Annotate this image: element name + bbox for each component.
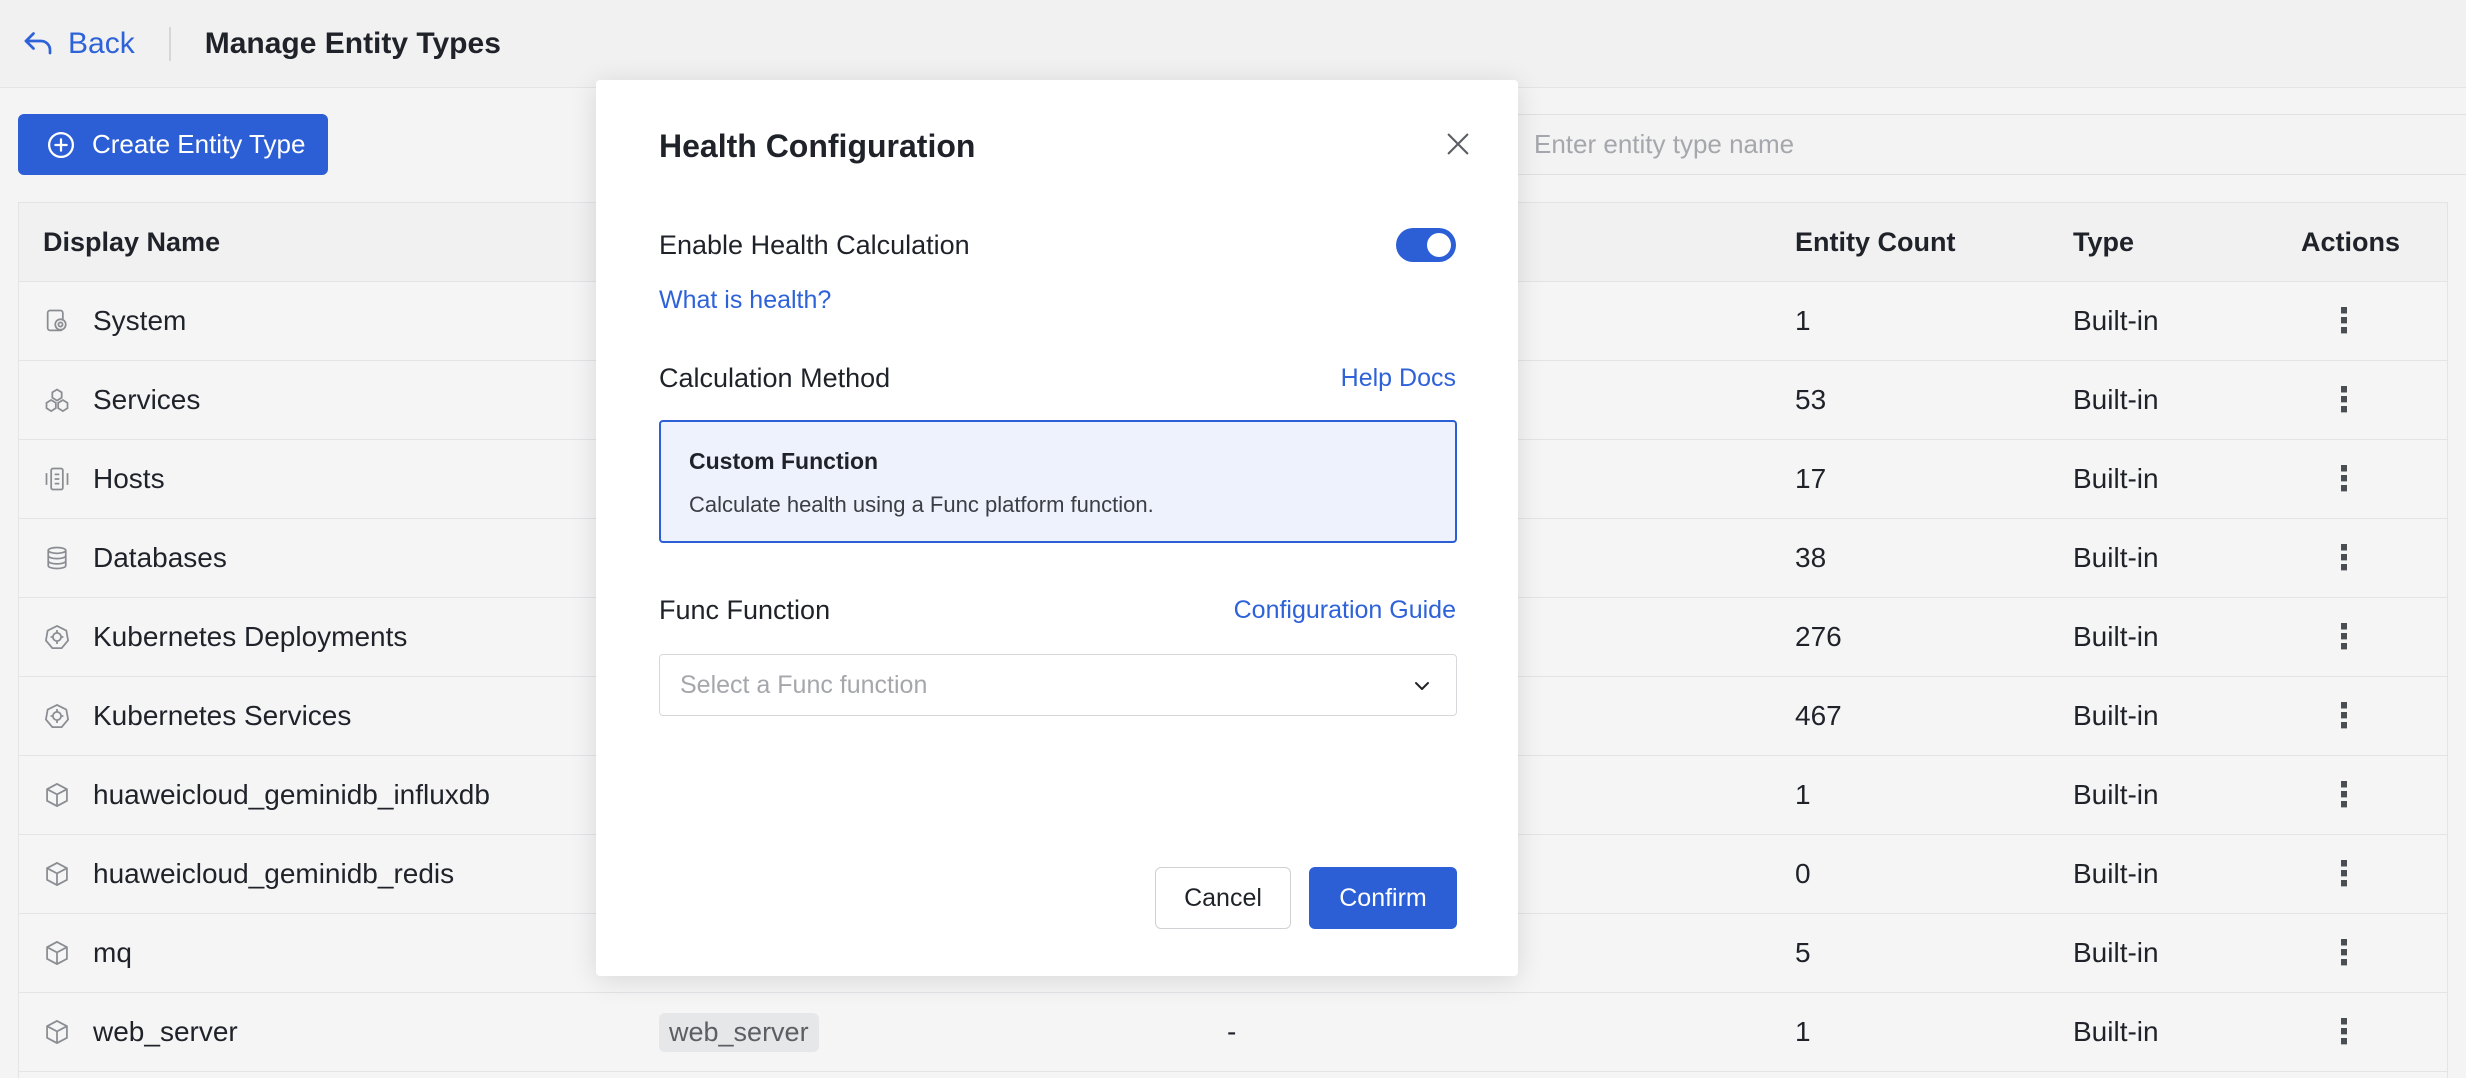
func-function-label: Func Function [659,595,831,625]
row-description: - [1227,1016,1237,1047]
row-id-cell: web_server [659,993,819,1071]
enable-health-toggle[interactable] [1396,228,1456,262]
row-count: 1 [1795,305,1811,336]
row-count: 38 [1795,542,1827,573]
row-type: Built-in [2073,384,2159,415]
row-count: 1 [1795,1016,1811,1047]
row-actions-menu-icon[interactable]: ⋮ [2327,361,2361,439]
column-header-actions: Actions [2301,226,2401,257]
row-name: Kubernetes Services [93,700,352,731]
cube-icon [43,860,71,888]
back-arrow-icon [24,31,52,54]
hosts-icon [43,465,71,493]
row-type: Built-in [2073,858,2159,889]
services-icon [43,386,71,414]
enable-health-label: Enable Health Calculation [659,230,970,260]
row-actions-menu-icon[interactable]: ⋮ [2327,440,2361,518]
row-name: Kubernetes Deployments [93,621,408,652]
row-type: Built-in [2073,700,2159,731]
row-actions-menu-icon[interactable]: ⋮ [2327,519,2361,597]
column-header-entity-count: Entity Count [1795,226,1956,257]
row-name-cell: Databases [43,519,227,597]
page-title: Manage Entity Types [204,26,501,60]
row-count: 1 [1795,779,1811,810]
cube-icon [43,939,71,967]
row-count: 5 [1795,937,1811,968]
row-actions-menu-icon[interactable]: ⋮ [2327,677,2361,755]
row-actions-menu-icon[interactable]: ⋮ [2327,282,2361,360]
search-box [1480,114,2466,175]
func-select-placeholder: Select a Func function [680,670,928,699]
row-name: Hosts [93,463,165,494]
table-row: web_server web_server - 1 Built-in ⋮ [19,993,2447,1072]
row-name-cell: web_server [43,993,238,1071]
search-input[interactable] [1534,129,2334,160]
row-actions-menu-icon[interactable]: ⋮ [2327,756,2361,834]
row-name-cell: System [43,282,186,360]
row-name: Services [93,384,201,415]
row-count: 0 [1795,858,1811,889]
row-name-cell: Kubernetes Services [43,677,351,755]
row-name-cell: mq [43,914,132,992]
database-icon [43,544,71,572]
method-card-title: Custom Function [689,448,879,474]
row-type: Built-in [2073,1016,2159,1047]
row-actions-menu-icon[interactable]: ⋮ [2327,914,2361,992]
page-header: Back Manage Entity Types [0,0,2466,88]
row-type: Built-in [2073,779,2159,810]
what-is-health-link[interactable]: What is health? [659,286,831,315]
row-type: Built-in [2073,542,2159,573]
row-type: Built-in [2073,305,2159,336]
row-name: mq [93,937,132,968]
row-type: Built-in [2073,621,2159,652]
modal-title: Health Configuration [659,128,976,164]
create-entity-type-button[interactable]: Create Entity Type [18,114,328,175]
cancel-button[interactable]: Cancel [1155,867,1291,929]
back-button[interactable]: Back [20,26,135,62]
header-divider [168,26,171,61]
row-type: Built-in [2073,463,2159,494]
row-count: 467 [1795,700,1842,731]
method-card-description: Calculate health using a Func platform f… [689,492,1154,517]
calculation-method-label: Calculation Method [659,363,891,393]
row-name: huaweicloud_geminidb_influxdb [93,779,490,810]
plus-circle-icon [48,131,74,158]
kubernetes-icon [43,702,71,730]
row-type: Built-in [2073,937,2159,968]
back-label: Back [68,26,135,60]
row-name: web_server [93,1016,238,1047]
func-function-select[interactable]: Select a Func function [659,654,1457,716]
row-name: huaweicloud_geminidb_redis [93,858,455,889]
health-configuration-modal: Health Configuration Enable Health Calcu… [596,80,1518,976]
close-icon[interactable] [1442,128,1474,160]
column-header-type: Type [2073,226,2135,257]
configuration-guide-link[interactable]: Configuration Guide [1234,596,1456,625]
cube-icon [43,1018,71,1046]
cube-icon [43,781,71,809]
confirm-button[interactable]: Confirm [1309,867,1457,929]
row-name-cell: Kubernetes Deployments [43,598,407,676]
column-header-display-name: Display Name [43,226,221,257]
row-actions-menu-icon[interactable]: ⋮ [2327,835,2361,913]
help-docs-link[interactable]: Help Docs [1341,364,1456,393]
row-name-cell: huaweicloud_geminidb_influxdb [43,756,490,834]
row-count: 53 [1795,384,1827,415]
row-count: 17 [1795,463,1827,494]
row-actions-menu-icon[interactable]: ⋮ [2327,598,2361,676]
row-actions-menu-icon[interactable]: ⋮ [2327,993,2361,1071]
create-entity-type-label: Create Entity Type [92,129,306,159]
row-name-cell: Hosts [43,440,165,518]
toggle-knob [1427,233,1451,257]
row-id-tag: web_server [659,1012,819,1052]
row-name: System [93,305,187,336]
row-name-cell: huaweicloud_geminidb_redis [43,835,454,913]
row-name: Databases [93,542,227,573]
row-count: 276 [1795,621,1842,652]
system-icon [43,307,71,335]
chevron-down-icon [1410,674,1434,698]
kubernetes-icon [43,623,71,651]
row-name-cell: Services [43,361,200,439]
custom-function-option[interactable]: Custom Function Calculate health using a… [659,420,1457,543]
